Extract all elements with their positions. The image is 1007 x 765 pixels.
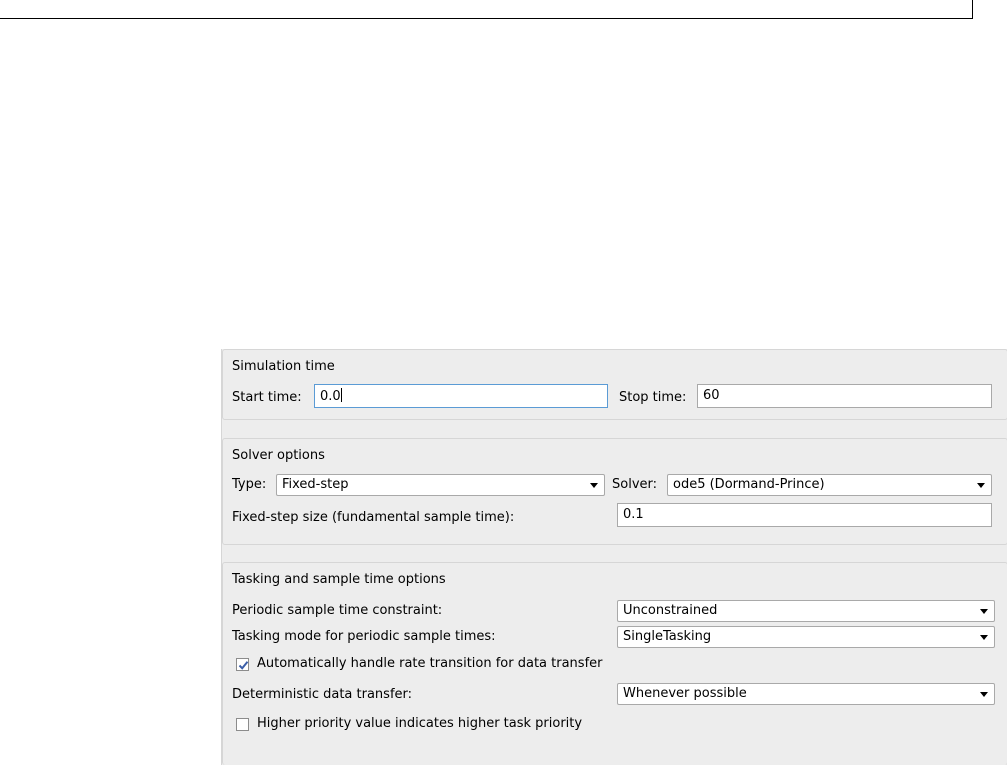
deterministic-transfer-label: Deterministic data transfer: <box>232 687 413 702</box>
solver-type-select[interactable]: Fixed-step <box>276 474 605 496</box>
start-time-value: 0.0 <box>320 389 341 404</box>
text-caret <box>340 388 342 402</box>
solver-type-value: Fixed-step <box>282 477 349 492</box>
solver-options-group: Solver options Type: Fixed-step Solver: … <box>222 438 1007 545</box>
chevron-down-icon <box>980 609 988 614</box>
step-size-value: 0.1 <box>623 507 644 522</box>
tasking-options-group: Tasking and sample time options Periodic… <box>222 562 1007 765</box>
chevron-down-icon <box>977 483 985 488</box>
solver-value: ode5 (Dormand-Prince) <box>673 477 825 492</box>
tasking-mode-label: Tasking mode for periodic sample times: <box>232 629 496 644</box>
tasking-options-title: Tasking and sample time options <box>232 572 446 587</box>
deterministic-transfer-value: Whenever possible <box>623 686 747 701</box>
stop-time-value: 60 <box>703 388 720 403</box>
stop-time-input[interactable]: 60 <box>697 384 992 408</box>
chevron-down-icon <box>980 692 988 697</box>
auto-rate-transition-checkbox[interactable] <box>236 658 249 671</box>
auto-rate-transition-label: Automatically handle rate transition for… <box>257 656 603 671</box>
periodic-constraint-value: Unconstrained <box>623 603 718 618</box>
higher-priority-checkbox[interactable] <box>236 718 249 731</box>
simulation-time-title: Simulation time <box>232 359 335 374</box>
simulation-time-group: Simulation time Start time: 0.0 Stop tim… <box>222 349 1007 420</box>
chevron-down-icon <box>590 483 598 488</box>
tasking-mode-value: SingleTasking <box>623 629 712 644</box>
periodic-constraint-label: Periodic sample time constraint: <box>232 603 443 618</box>
periodic-constraint-select[interactable]: Unconstrained <box>617 600 995 622</box>
stop-time-label: Stop time: <box>619 390 687 405</box>
check-mark-icon <box>238 661 249 670</box>
start-time-input[interactable]: 0.0 <box>314 384 608 408</box>
solver-select[interactable]: ode5 (Dormand-Prince) <box>667 474 992 496</box>
page-header-rule <box>0 0 973 19</box>
higher-priority-label: Higher priority value indicates higher t… <box>257 716 583 731</box>
solver-type-label: Type: <box>232 477 267 492</box>
solver-label: Solver: <box>612 477 658 492</box>
step-size-label: Fixed-step size (fundamental sample time… <box>232 510 515 525</box>
start-time-label: Start time: <box>232 390 302 405</box>
step-size-input[interactable]: 0.1 <box>617 503 992 527</box>
tasking-mode-select[interactable]: SingleTasking <box>617 626 995 648</box>
chevron-down-icon <box>980 635 988 640</box>
solver-options-title: Solver options <box>232 448 325 463</box>
deterministic-transfer-select[interactable]: Whenever possible <box>617 683 995 705</box>
solver-configuration-panel: Simulation time Start time: 0.0 Stop tim… <box>221 349 1007 765</box>
